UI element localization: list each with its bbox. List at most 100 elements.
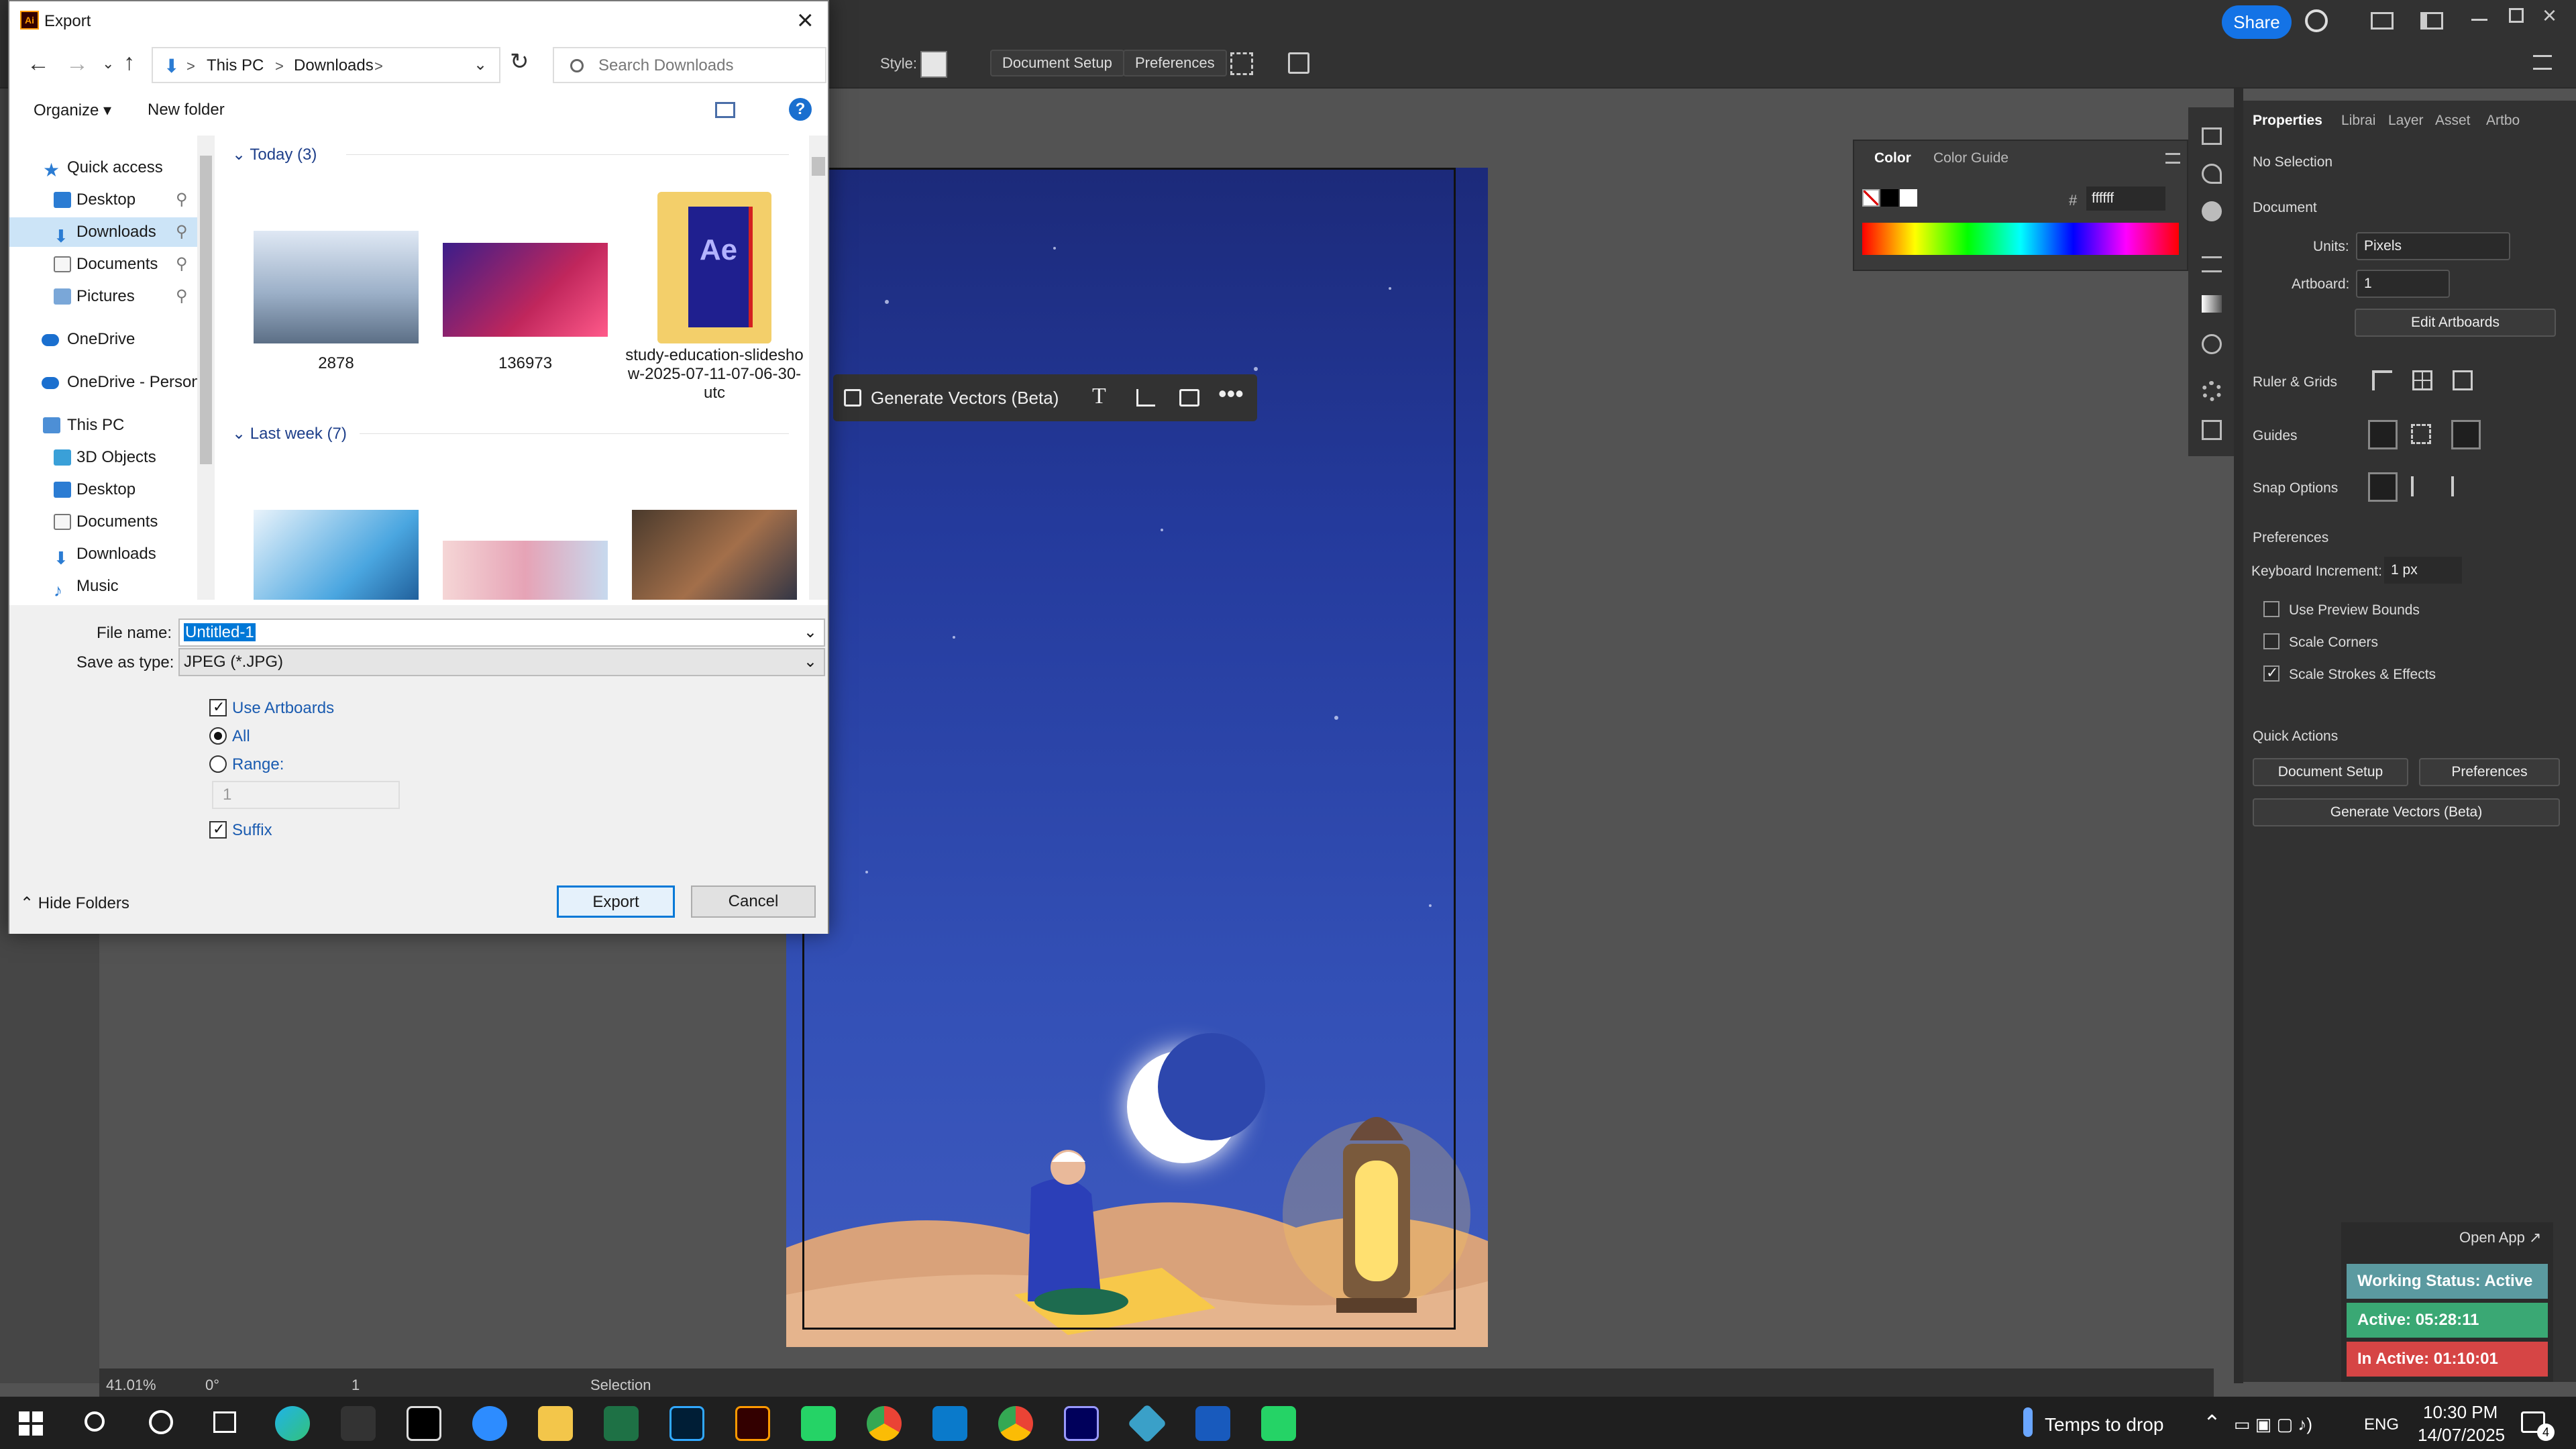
type-icon[interactable]: T [1092,384,1106,409]
pin-icon[interactable]: ⚲ [176,185,188,215]
file-explorer-icon[interactable] [538,1406,573,1441]
chrome-icon[interactable] [867,1406,902,1441]
zoom-level[interactable]: 41.01% [106,1377,156,1394]
breadcrumb-this-pc[interactable]: This PC [207,56,264,75]
help-icon[interactable]: ? [789,98,812,121]
panel-menu-icon[interactable] [2165,153,2180,164]
smart-guides-icon[interactable] [2451,420,2481,449]
use-artboards-label[interactable]: Use Artboards [232,699,334,718]
nav-3d-objects[interactable]: 3D Objects [9,443,204,472]
gradient-panel-icon[interactable] [2202,295,2222,313]
up-arrow-icon[interactable]: ↑ [123,50,135,76]
artboard-select[interactable]: 1 [2356,270,2450,298]
tab-properties[interactable]: Properties [2253,113,2322,129]
hide-folders-button[interactable]: ⌃ Hide Folders [20,894,129,913]
transparency-grid-icon[interactable] [2453,370,2473,390]
qa-preferences-button[interactable]: Preferences [2419,758,2560,786]
nav-documents[interactable]: Documents ⚲ [9,250,204,279]
nav-music[interactable]: ♪ Music [9,572,204,601]
style-swatch[interactable] [920,51,947,78]
share-button[interactable]: Share [2222,5,2292,39]
clock-time[interactable]: 10:30 PM [2423,1402,2498,1423]
pen-icon[interactable] [341,1406,376,1441]
arrange-icon[interactable] [2420,12,2443,30]
file-name-input[interactable]: Untitled-1 ⌄ [178,619,825,647]
nav-this-pc[interactable]: This PC [9,411,204,440]
crop-icon[interactable] [1136,389,1155,407]
properties-panel-icon[interactable] [2202,127,2222,145]
transparency-panel-icon[interactable] [2202,334,2222,354]
view-options-icon[interactable] [715,102,735,118]
pin-icon[interactable]: ⚲ [176,282,188,311]
weather-label[interactable]: Temps to drop [2045,1414,2163,1436]
nav-desktop[interactable]: Desktop ⚲ [9,185,204,215]
suffix-label[interactable]: Suffix [232,821,272,840]
tab-asset-export[interactable]: Asset [2435,113,2471,129]
task-view-icon[interactable] [213,1411,236,1433]
file-item[interactable]: 2878 [246,216,427,377]
guides-show-icon[interactable] [2368,420,2398,449]
chrome-profile-icon[interactable] [998,1406,1033,1441]
close-icon[interactable]: × [2542,1,2557,30]
file-item[interactable]: 136973 [435,216,616,377]
snap-pixel-icon[interactable] [2411,476,2431,496]
file-thumbnail[interactable] [443,541,608,600]
nav-quick-access[interactable]: ★ Quick access [9,153,204,182]
tray-icons[interactable]: ▭ ▣ ▢ ♪) [2234,1414,2312,1435]
nav-pictures[interactable]: Pictures ⚲ [9,282,204,311]
zoom-icon[interactable] [472,1406,507,1441]
snap-point-icon[interactable] [2368,472,2398,502]
nav-pc-downloads[interactable]: ⬇ Downloads [9,539,204,569]
clock-date[interactable]: 14/07/2025 [2418,1425,2505,1446]
brushes-panel-icon[interactable] [2202,164,2222,184]
keyboard-increment-input[interactable]: 1 px [2384,557,2462,584]
file-thumbnail[interactable] [632,510,797,600]
export-button[interactable]: Export [557,885,675,918]
qa-generate-vectors-button[interactable]: Generate Vectors (Beta) [2253,798,2560,826]
file-item[interactable]: Ae study-education-slideshow-2025-07-11-… [624,192,805,420]
address-dropdown-icon[interactable]: ⌄ [474,55,487,74]
align-options-icon[interactable] [1230,52,1253,75]
black-swatch[interactable] [1881,189,1898,207]
nav-pc-documents[interactable]: Documents [9,507,204,537]
cancel-button[interactable]: Cancel [691,885,816,918]
chevron-up-icon[interactable]: ⌃ [2203,1410,2221,1436]
illustrator-icon[interactable] [735,1406,770,1441]
guides-lock-icon[interactable] [2411,424,2431,444]
app-icon[interactable] [1127,1403,1167,1444]
more-options-icon[interactable]: ••• [1218,380,1244,408]
range-label[interactable]: Range: [232,755,284,774]
breadcrumb-downloads[interactable]: Downloads [294,56,374,75]
white-swatch[interactable] [1900,189,1917,207]
ruler-icon[interactable] [2372,370,2392,390]
use-artboards-checkbox[interactable] [209,698,227,716]
snap-glyph-icon[interactable] [2451,476,2471,496]
recent-locations-icon[interactable]: ⌄ [102,55,114,72]
open-app-link[interactable]: Open App ↗ [2459,1229,2541,1246]
layers-panel-icon[interactable] [2202,420,2222,440]
cortana-icon[interactable] [149,1410,173,1434]
save-type-select[interactable]: JPEG (*.JPG) ⌄ [178,648,825,676]
hex-input[interactable]: ffffff [2086,186,2165,211]
scrollbar-thumb[interactable] [200,156,212,464]
qa-document-setup-button[interactable]: Document Setup [2253,758,2408,786]
color-spectrum[interactable] [1862,223,2179,255]
tab-libraries[interactable]: Librai [2341,113,2375,129]
none-swatch[interactable] [1862,189,1880,207]
artboard-navigation[interactable]: 1 [352,1377,360,1394]
color-guide-tab[interactable]: Color Guide [1933,150,2008,166]
whatsapp-icon[interactable] [1261,1406,1296,1441]
pin-icon[interactable]: ⚲ [176,217,188,247]
minimize-icon[interactable] [2471,19,2487,21]
suffix-checkbox[interactable] [209,820,227,839]
search-box[interactable]: Search Downloads [553,47,826,83]
range-radio[interactable] [209,755,227,773]
restore-icon[interactable] [2509,8,2524,23]
edit-artboards-button[interactable]: Edit Artboards [2355,309,2556,337]
back-arrow-icon[interactable]: ← [27,51,50,77]
word-icon[interactable] [1195,1406,1230,1441]
new-folder-button[interactable]: New folder [148,101,225,119]
whatsapp-icon[interactable] [801,1406,836,1441]
scale-corners-checkbox[interactable] [2263,633,2279,649]
tab-artboards[interactable]: Artbo [2486,113,2520,129]
